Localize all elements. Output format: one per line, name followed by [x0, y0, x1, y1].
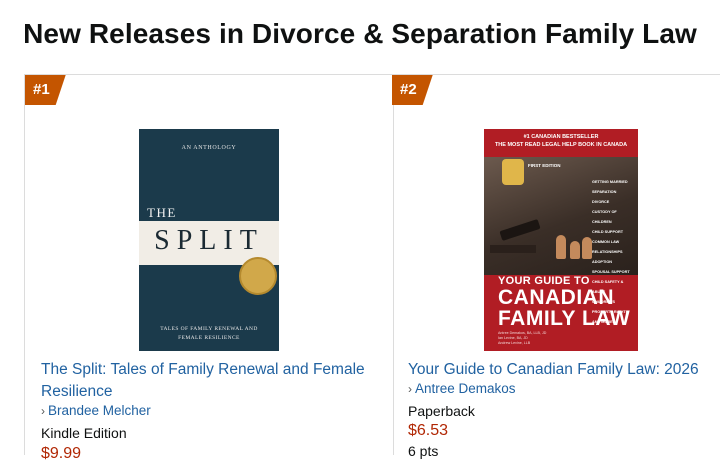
cover-authors: Antree Demakos, BA, LLB, JD Ian Levine, …: [498, 331, 546, 346]
cover-header: #1 CANADIAN BESTSELLER THE MOST READ LEG…: [484, 133, 638, 149]
cover-text: SPLIT: [154, 225, 264, 256]
cover-text: AN ANTHOLOGY: [181, 145, 237, 151]
award-badge-icon: [502, 159, 524, 185]
book-cover-image[interactable]: #1 CANADIAN BESTSELLER THE MOST READ LEG…: [484, 129, 638, 351]
book-cover-image[interactable]: AN ANTHOLOGY THE SPLIT TALES OF FAMILY R…: [139, 129, 279, 351]
rank-badge: #1: [25, 75, 66, 105]
cover-topic: DIVORCE: [592, 200, 610, 204]
chevron-right-icon: ›: [41, 404, 45, 418]
family-figure-icon: [582, 237, 592, 259]
award-seal-icon: [239, 257, 277, 295]
format-label: Paperback: [408, 403, 475, 419]
page-title: New Releases in Divorce & Separation Fam…: [23, 18, 697, 49]
cover-text: CANADIAN: [498, 286, 614, 309]
cover-topic: SPOUSAL SUPPORT: [592, 270, 630, 274]
cover-text: Andrew Levine, LLB: [498, 341, 531, 345]
author-link[interactable]: › Antree Demakos: [408, 381, 516, 396]
gavel-base-icon: [490, 245, 536, 253]
cover-subtitle: TALES OF FAMILY RENEWAL AND FEMALE RESIL…: [139, 325, 279, 343]
cover-big-title: CANADIAN FAMILY LAW: [498, 287, 630, 329]
author-link[interactable]: › Brandee Melcher: [41, 403, 151, 418]
family-figure-icon: [556, 235, 566, 259]
cover-topic: CUSTODY OF CHILDREN: [592, 210, 617, 224]
cover-topic: CHILD SUPPORT: [592, 230, 624, 234]
price: $6.53: [408, 422, 449, 439]
format-label: Kindle Edition: [41, 425, 127, 441]
author-name: Antree Demakos: [415, 381, 516, 396]
cover-text: #1 CANADIAN BESTSELLER: [523, 134, 599, 140]
author-name: Brandee Melcher: [48, 403, 151, 418]
cover-topic: COMMON LAW RELATIONSHIPS: [592, 240, 623, 254]
product-title-link[interactable]: Your Guide to Canadian Family Law: 2026: [408, 359, 720, 381]
cover-text: THE MOST READ LEGAL HELP BOOK IN CANADA: [494, 142, 628, 148]
cover-topic: SEPARATION: [592, 190, 617, 194]
cover-edition: FIRST EDITION: [528, 163, 561, 168]
cover-text: THE: [147, 205, 177, 220]
cover-text: FEMALE RESILIENCE: [178, 335, 240, 341]
product-card-1: #1 AN ANTHOLOGY THE SPLIT TALES OF FAMIL…: [24, 75, 394, 462]
family-figure-icon: [570, 241, 580, 259]
chevron-right-icon: ›: [408, 382, 412, 396]
product-grid: #1 AN ANTHOLOGY THE SPLIT TALES OF FAMIL…: [24, 74, 720, 462]
cover-text: FAMILY LAW: [498, 307, 631, 330]
cover-topic: ADOPTION: [592, 260, 613, 264]
cover-text: TALES OF FAMILY RENEWAL AND: [160, 326, 258, 332]
cover-topic: GETTING MARRIED: [592, 180, 628, 184]
product-title-link[interactable]: The Split: Tales of Family Renewal and F…: [41, 359, 381, 403]
product-card-2: #2 #1 CANADIAN BESTSELLER THE MOST READ …: [392, 75, 720, 459]
rank-badge: #2: [392, 75, 433, 105]
price-note: 6 pts: [408, 443, 439, 459]
